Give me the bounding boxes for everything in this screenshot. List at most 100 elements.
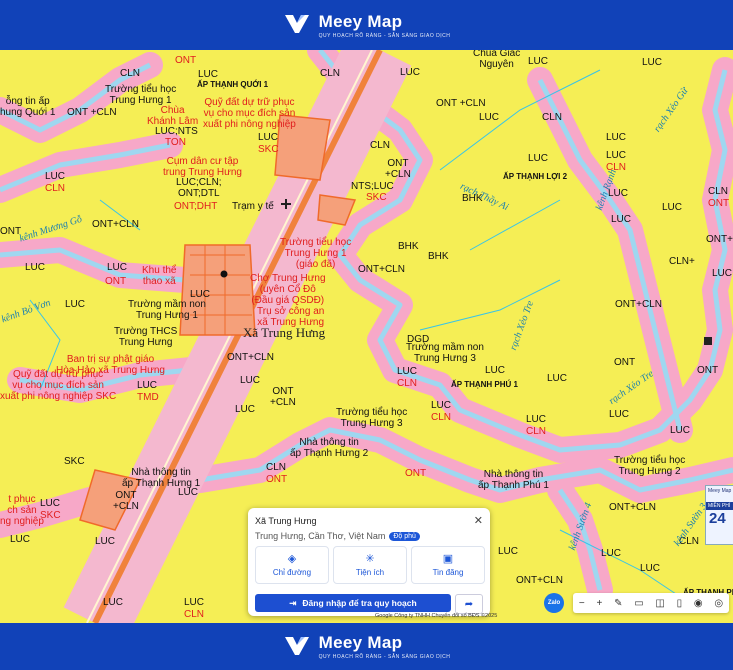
map-label: LUC [235, 404, 256, 415]
utilities-label: Tiện ích [355, 567, 385, 577]
top-brand-bar: Meey Map QUY HOẠCH RÕ RÀNG - SẴN SÀNG GI… [0, 0, 733, 50]
map-label: ONT [266, 474, 288, 485]
map-label: LUC [40, 498, 61, 509]
map-label: Chợ Trung Hưng (uyên Cổ Đô (Đầu giá QSDĐ… [250, 273, 326, 306]
map-label: ONT [175, 55, 197, 66]
compass-icon[interactable]: ◎ [714, 598, 723, 609]
map-label: LUC [240, 375, 261, 386]
directions-button[interactable]: ◈ Chỉ đường [255, 546, 329, 584]
split-view-icon[interactable]: ◫ [655, 598, 664, 609]
map-label: t phục ch sản ng nghiệp [0, 494, 44, 527]
map-label: LUC [107, 262, 128, 273]
map-label: ẤP THẠNH QUỚI 1 [197, 80, 269, 89]
map-label: LUC [640, 563, 661, 574]
map-label: ONT [105, 276, 127, 287]
location-marker-dot [220, 270, 228, 278]
map-label: Chùa Giác Nguyên [473, 50, 521, 70]
attribution-text: Công ty TNHH Chuyển đổi số BĐS ©2025 [394, 613, 498, 619]
brand-logo: Meey Map QUY HOẠCH RÕ RÀNG - SẴN SÀNG GI… [283, 11, 451, 39]
map-label: LUC [642, 57, 663, 68]
map-label: LUC [258, 132, 279, 143]
map-label: LUC [479, 112, 500, 123]
location-info-card: Xã Trung Hưng ✕ Trung Hưng, Cần Thơ, Việ… [248, 508, 490, 616]
layers-icon[interactable]: ▭ [634, 598, 643, 609]
map-label: CLN [542, 112, 563, 123]
map-label: CLN [266, 462, 287, 473]
listings-button[interactable]: ▣ Tin đăng [411, 546, 485, 584]
locate-icon[interactable]: ◉ [694, 598, 703, 609]
map-label: Cụm dân cư tập trung Trung Hưng [163, 156, 242, 178]
map-label: ONT+CLN [706, 234, 733, 245]
share-button[interactable]: ➦ [455, 594, 483, 614]
map-label: CLN [320, 68, 341, 79]
map-label: Trường tiểu học Trung Hưng 1 (giáo đã) [280, 237, 352, 270]
close-icon[interactable]: ✕ [474, 514, 483, 527]
map-label: LUC [95, 536, 116, 547]
bottom-brand-bar: Meey Map QUY HOẠCH RÕ RÀNG - SẴN SÀNG GI… [0, 623, 733, 670]
map-label: LUC [10, 534, 31, 545]
map-label: CLN [708, 186, 729, 197]
listings-label: Tin đăng [432, 567, 464, 577]
map-label: ẤP THẠNH LỢI 2 [503, 172, 568, 181]
zoom-out-icon[interactable]: − [579, 598, 585, 609]
map-label: LUC [498, 546, 519, 557]
zoom-chip-level: 24 [709, 510, 726, 527]
map-label: ONT+CLN [609, 502, 656, 513]
map-label: NTS;LUC [351, 181, 394, 192]
map-label: Trạm y tế [232, 201, 274, 212]
map-label: CLN [431, 412, 452, 423]
brand-logo-bottom: Meey Map QUY HOẠCH RÕ RÀNG - SẴN SÀNG GI… [283, 633, 451, 661]
map-label: Chùa Khánh Lâm [147, 105, 199, 127]
brand-tagline: QUY HOẠCH RÕ RÀNG - SẴN SÀNG GIAO DỊCH [318, 32, 451, 39]
map-label: Trường THCS Trung Hưng [114, 326, 178, 348]
map-label: ONT +CLN [67, 107, 117, 118]
map-label: TON [165, 137, 186, 148]
map-label: LUC [609, 409, 630, 420]
meey-logo-icon [284, 636, 309, 655]
map-label: ẤP THẠNH PHÚ 1 [451, 380, 518, 389]
location-address-row: Trung Hưng, Cần Thơ, Việt Nam Độ phủ [255, 531, 420, 541]
location-title: Xã Trung Hưng [255, 516, 317, 526]
map-label: LUC [184, 597, 205, 608]
map-label: LUC [670, 425, 691, 436]
map-label: LUC [611, 214, 632, 225]
mobile-view-icon[interactable]: ▯ [677, 598, 683, 609]
map-label: Trường tiểu học Trung Hưng 1 [105, 84, 177, 106]
map-label: CLN [370, 140, 391, 151]
coverage-badge[interactable]: Độ phủ [389, 531, 420, 541]
map-toolbar: − + ✎ ▭ ◫ ▯ ◉ ◎ [573, 593, 729, 613]
map-label: LUC [528, 56, 549, 67]
map-label: ONT [697, 365, 719, 376]
map-label: ONT+CLN [92, 219, 139, 230]
map-attribution: Google Công ty TNHH Chuyển đổi số BĐS ©2… [375, 613, 497, 619]
map-label: Trường mầm non Trung Hưng 1 [128, 299, 206, 321]
map-label: CLN [120, 68, 141, 79]
zoom-in-icon[interactable]: + [596, 598, 602, 609]
map-label: LUC [606, 132, 627, 143]
map-label: Quỹ đất dự trữ phục vụ cho mục đích sản … [203, 97, 296, 130]
map-label: Trường tiểu học Trung Hưng 2 [614, 455, 686, 477]
map-label: LUC [178, 487, 199, 498]
map-label: LUC [547, 373, 568, 384]
map-label: ONT +CLN [436, 98, 486, 109]
meey-logo-icon [284, 15, 309, 33]
map-label: Xã Trung Hưng [243, 325, 326, 340]
map-label: SKC [40, 510, 61, 521]
map-label: CLN [184, 609, 205, 620]
map-label: Trường mầm non Trung Hưng 3 [406, 342, 484, 364]
map-label: LUC [662, 202, 683, 213]
login-icon: ⇥ [289, 597, 297, 608]
zoom-level-chip[interactable]: Meey Map MIỀN PHÍ 24 [705, 485, 733, 545]
map-label: LUC [45, 171, 66, 182]
login-to-view-planning-button[interactable]: ⇥ Đăng nhập để tra quy hoạch [255, 594, 451, 612]
map-label: ONT +CLN [385, 158, 411, 180]
map-label: Trường tiểu học Trung Hưng 3 [336, 407, 408, 429]
zalo-chat-button[interactable]: Zalo [544, 593, 564, 613]
utilities-button[interactable]: ✳ Tiện ích [333, 546, 407, 584]
map-label: LUC [431, 400, 452, 411]
login-label: Đăng nhập để tra quy hoạch [302, 598, 417, 608]
map-label: ONT [708, 198, 730, 209]
map-label: ONT+CLN [358, 264, 405, 275]
draw-icon[interactable]: ✎ [614, 598, 622, 609]
map-label: LUC [485, 365, 506, 376]
